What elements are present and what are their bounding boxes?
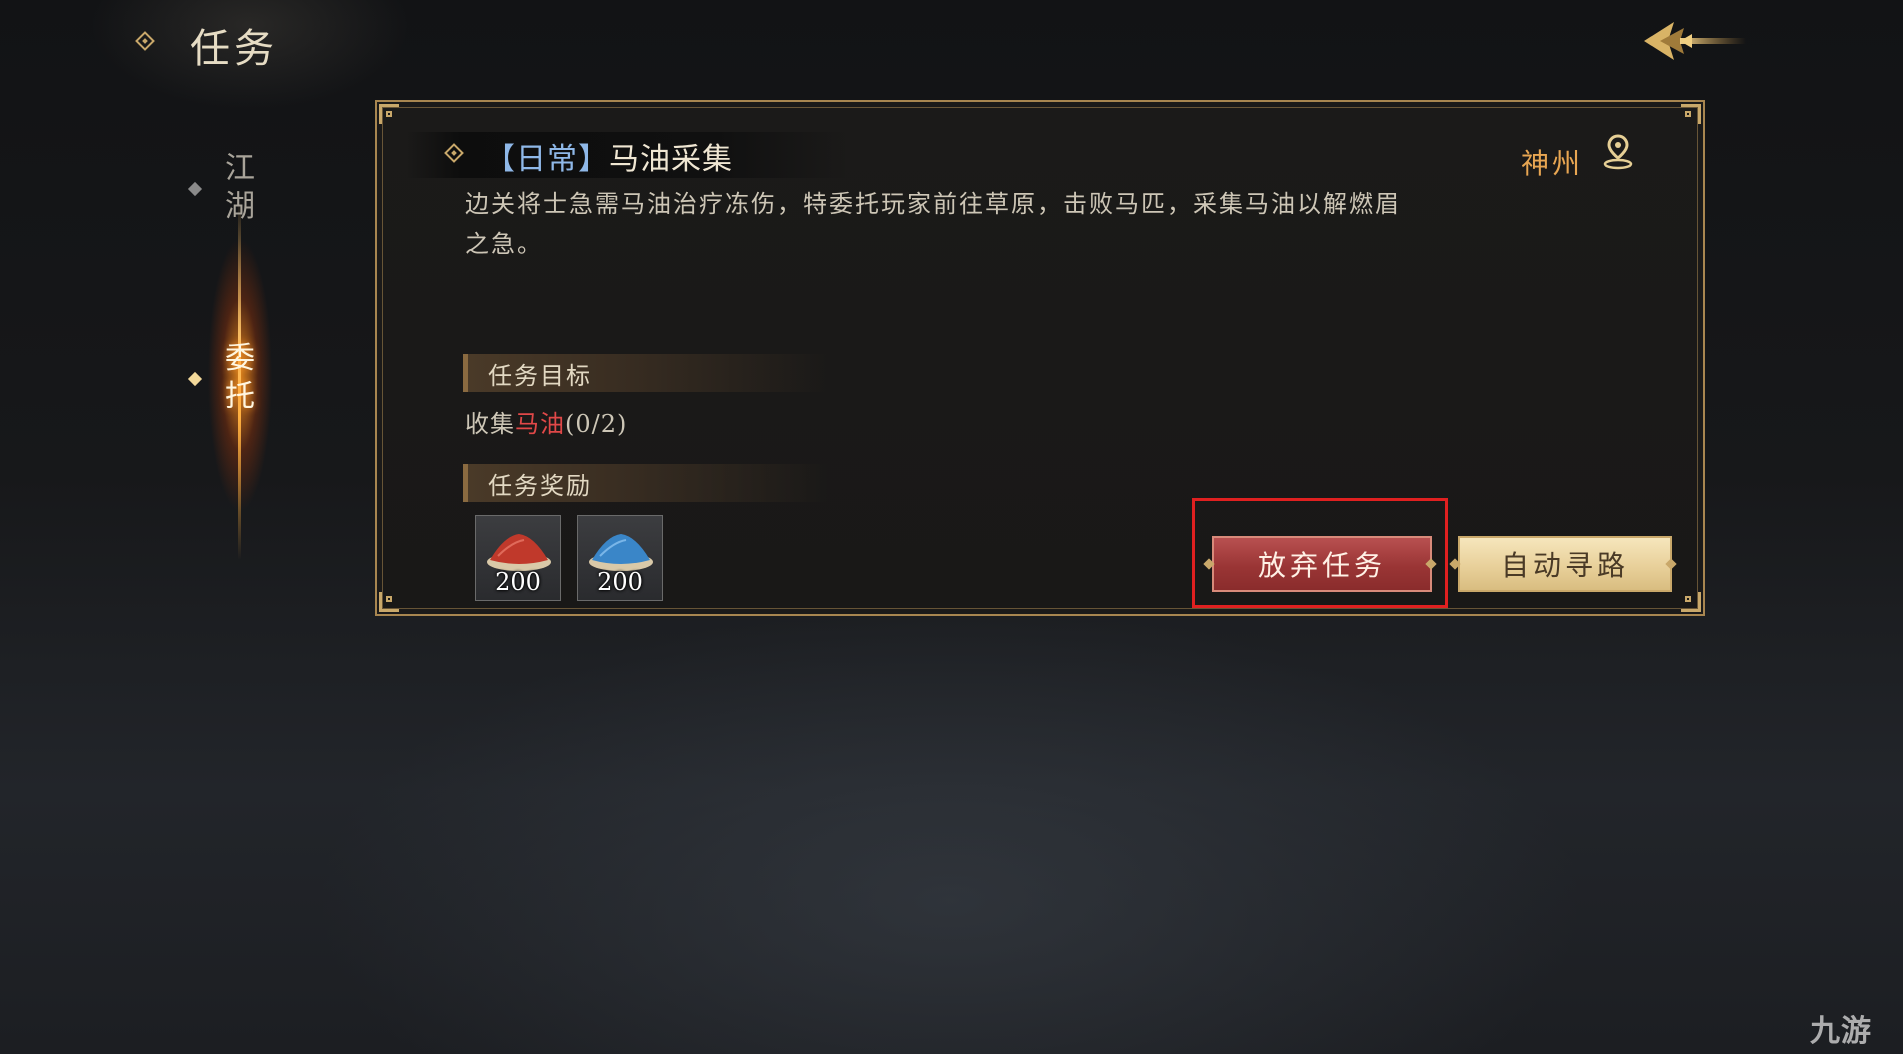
reward-section-label: 任务奖励 [488,472,592,500]
page-title: 任务 [190,26,278,72]
auto-path-button[interactable]: 自动寻路 [1458,536,1672,592]
nav-bullet-icon [187,181,203,197]
objective-prefix: 收集 [465,410,515,438]
quest-objective: 收集马油(0/2) [465,404,627,439]
quest-type-tag: 【日常】 [485,142,609,177]
quest-panel: 【日常】马油采集 神州 边关将士急需马油治疗冻伤，特委托玩家前往草原，击败马匹，… [375,100,1705,616]
quest-name: 马油采集 [609,142,733,177]
nav-bullet-icon [187,371,203,387]
objective-item: 马油 [515,410,565,438]
reward-section-header: 任务奖励 [463,464,828,502]
reward-count: 200 [597,568,643,596]
reward-item[interactable]: 200 [577,515,663,601]
objective-section-label: 任务目标 [488,362,592,390]
corner-ornament [379,104,399,124]
quest-description: 边关将士急需马油治疗冻伤，特委托玩家前往草原，击败马匹，采集马油以解燃眉之急。 [465,190,1401,258]
objective-section-header: 任务目标 [463,354,828,392]
corner-ornament [1681,104,1701,124]
watermark: 九游 [1810,1014,1872,1049]
back-arrow-icon[interactable] [1640,10,1750,72]
objective-progress: (0/2) [565,410,628,438]
quest-location: 神州 [1520,147,1583,180]
reward-count: 200 [495,568,541,596]
quest-title: 【日常】马油采集 [485,134,733,178]
sidebar-item-label: 江湖 [225,151,255,224]
sidebar-item-weituo[interactable]: 委托 [187,340,280,420]
corner-ornament [1681,592,1701,612]
corner-ornament [379,592,399,612]
sidebar-item-label: 委托 [225,341,255,414]
abandon-quest-button[interactable]: 放弃任务 [1212,536,1432,592]
location-pin-icon[interactable] [1601,132,1635,172]
reward-item[interactable]: 200 [475,515,561,601]
sidebar-item-jianghu[interactable]: 江湖 [187,150,280,230]
